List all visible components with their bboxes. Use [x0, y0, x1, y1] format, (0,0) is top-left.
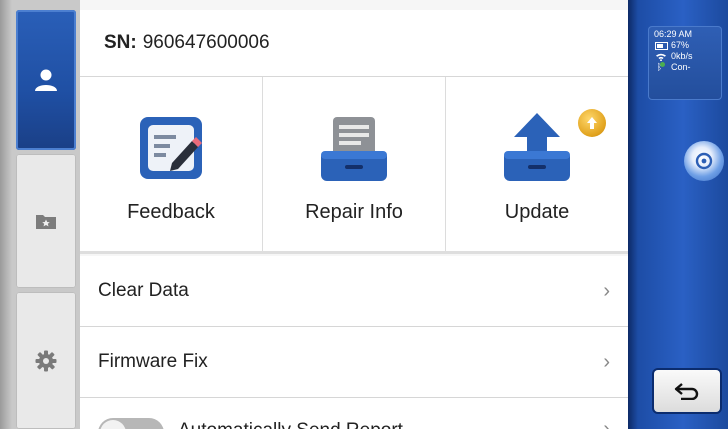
repair-info-icon	[321, 117, 387, 181]
chevron-right-icon: ›	[603, 279, 610, 302]
serial-number-label: SN:	[104, 32, 137, 53]
back-button[interactable]	[654, 370, 720, 412]
clear-data-row[interactable]: Clear Data ›	[80, 256, 628, 327]
clear-data-label: Clear Data	[98, 280, 189, 301]
serial-number-bar: SN: 960647600006	[80, 10, 628, 77]
network-row: 0kb/s	[654, 51, 722, 62]
network-speed: 0kb/s	[671, 51, 693, 61]
update-available-badge-icon	[578, 109, 606, 137]
auto-send-report-label: Automatically Send Report	[178, 420, 403, 429]
tab-settings[interactable]	[16, 292, 76, 429]
right-system-rail: 06:29 AM 67% 0kb/s ᛒ Con-	[628, 0, 728, 429]
bluetooth-icon: ᛒ	[654, 62, 668, 73]
bluetooth-status: Con-	[671, 62, 691, 72]
firmware-fix-label: Firmware Fix	[98, 351, 208, 372]
chevron-right-icon: ›	[603, 350, 610, 373]
firmware-fix-row[interactable]: Firmware Fix ›	[80, 327, 628, 398]
wifi-icon	[654, 53, 668, 61]
battery-icon	[654, 41, 668, 50]
feedback-label: Feedback	[127, 201, 215, 223]
feedback-icon	[140, 117, 202, 179]
update-label: Update	[504, 201, 570, 223]
auto-send-report-toggle[interactable]	[98, 418, 164, 429]
left-navigation-rail	[0, 0, 80, 429]
time-row: 06:29 AM	[654, 29, 722, 40]
status-panel: 06:29 AM 67% 0kb/s ᛒ Con-	[648, 26, 722, 100]
auto-send-report-row[interactable]: Automatically Send Report ›	[80, 398, 628, 429]
action-tiles: Feedback Repair Info Update	[80, 77, 628, 254]
assistant-float-button[interactable]	[684, 141, 724, 181]
repair-info-tile[interactable]: Repair Info	[263, 77, 446, 251]
back-arrow-icon	[674, 383, 699, 400]
tab-user[interactable]	[16, 10, 76, 150]
chevron-right-icon: ›	[603, 418, 610, 429]
update-tile[interactable]: Update	[446, 77, 628, 251]
repair-info-label: Repair Info	[305, 201, 403, 223]
bluetooth-row: ᛒ Con-	[654, 62, 722, 73]
toggle-knob	[100, 420, 126, 429]
star-folder-icon	[36, 215, 56, 229]
feedback-tile[interactable]: Feedback	[80, 77, 263, 251]
update-icon	[504, 113, 570, 181]
serial-number-value: 960647600006	[142, 32, 270, 53]
gear-icon	[35, 350, 57, 371]
assistant-icon	[695, 152, 713, 170]
battery-level: 67%	[671, 40, 690, 50]
tab-favorites[interactable]	[16, 154, 76, 288]
main-panel: SN: 960647600006 Feedback Repair Info Up…	[80, 0, 628, 429]
clock-time: 06:29 AM	[654, 29, 693, 39]
user-icon	[35, 69, 57, 91]
battery-row: 67%	[654, 40, 722, 51]
